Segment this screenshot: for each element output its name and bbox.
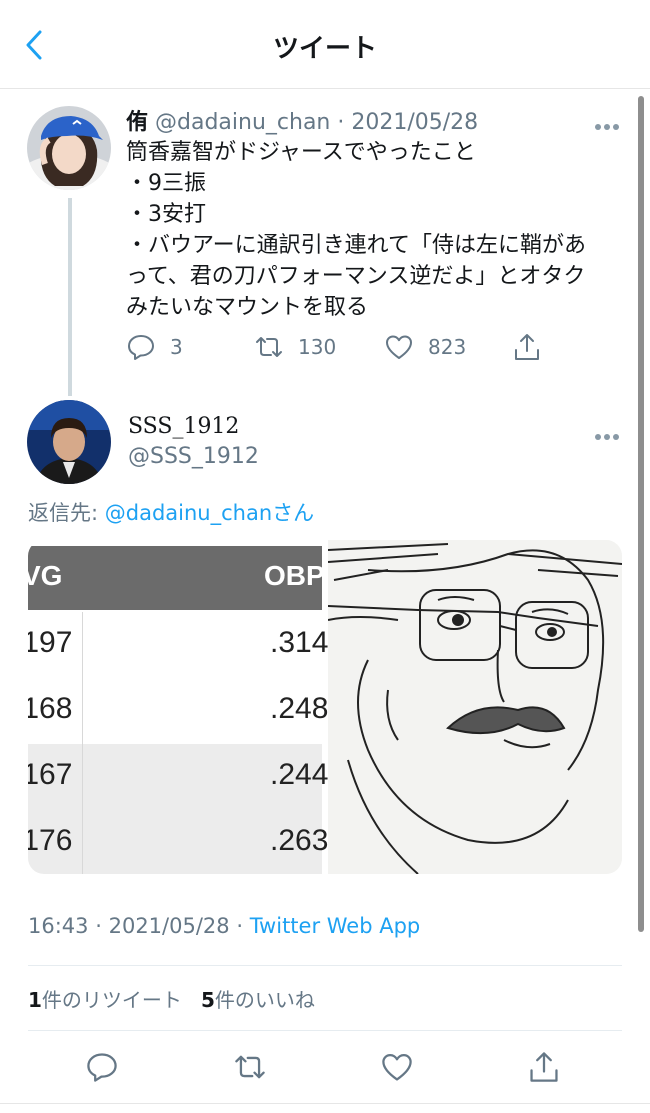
table-row: .197 .314 (28, 612, 328, 678)
more-icon[interactable] (595, 425, 625, 440)
engagement-stats: 1件のリツイート 5件のいいね (28, 984, 315, 1013)
manga-illustration[interactable] (327, 540, 622, 874)
tweet-time: 16:43 (28, 914, 89, 938)
avatar[interactable] (27, 400, 111, 484)
table-header-cell: OBP (264, 560, 325, 591)
reply-count: 3 (170, 335, 183, 359)
stats-table-image[interactable]: VG OBP .197 .314 .168 .248 .167 .244 .17… (28, 540, 328, 874)
tweet1-text: 筒香嘉智がドジャースでやったこと ・9三振 ・3安打 ・バウアーに通訳引き連れて… (126, 137, 616, 323)
table-cell: .176 (28, 824, 73, 857)
retweets-label: 件のリツイート (41, 988, 182, 1012)
heart-icon[interactable] (380, 1050, 414, 1084)
tweet1-line: ・バウアーに通訳引き連れて「侍は左に鞘があ (126, 233, 587, 258)
media-grid: VG OBP .197 .314 .168 .248 .167 .244 .17… (28, 540, 622, 874)
thread-line (68, 198, 72, 396)
tweet1-date[interactable]: 2021/05/28 (351, 110, 478, 135)
table-cell: .244 (270, 758, 329, 791)
like-count: 823 (428, 335, 467, 359)
tweet1-name[interactable]: 侑 (126, 110, 148, 135)
likes-number: 5 (201, 988, 215, 1012)
avatar[interactable] (27, 106, 111, 190)
scrollbar[interactable] (638, 96, 644, 932)
dot-separator: · (236, 914, 244, 938)
divider (0, 1103, 650, 1104)
like-button[interactable]: 823 (384, 332, 466, 362)
tweet1-line: みたいなマウントを取る (126, 295, 369, 320)
retweets-stat[interactable]: 1件のリツイート (28, 988, 182, 1012)
table-row: .167 .244 (28, 744, 328, 810)
likes-stat[interactable]: 5件のいいね (201, 988, 315, 1012)
dot-separator: · (95, 914, 102, 938)
tweet1-line: ・3安打 (126, 202, 206, 227)
tweet1-line: ・9三振 (126, 171, 206, 196)
table-row: .168 .248 (28, 678, 328, 744)
tweet1-line: 筒香嘉智がドジャースでやったこと (126, 140, 476, 165)
reply-to-link[interactable]: @dadainu_chanさん (105, 501, 314, 525)
heart-icon (386, 335, 412, 359)
page-title: ツイート (272, 34, 377, 64)
tweet2-handle[interactable]: @SSS_1912 (128, 444, 259, 469)
tweet1-actions: 3 130 823 (126, 332, 546, 366)
retweet-icon[interactable] (233, 1050, 267, 1084)
table-cell: .263 (270, 824, 329, 857)
table-header: VG OBP (28, 546, 325, 610)
reply-to-label: 返信先: (28, 501, 105, 525)
table-cell: .167 (28, 758, 73, 791)
table-cell: .168 (28, 692, 73, 725)
reply-button[interactable]: 3 (126, 332, 183, 362)
table-row: .176 .263 (28, 810, 328, 874)
divider (28, 965, 622, 966)
table-cell: .197 (28, 626, 73, 659)
reply-icon[interactable] (85, 1050, 119, 1084)
tweet-meta: 16:43 · 2021/05/28 · Twitter Web App (28, 914, 420, 938)
tweet1-handle[interactable]: @dadainu_chan (155, 110, 330, 135)
divider (28, 1030, 622, 1031)
retweet-count: 130 (298, 335, 337, 359)
share-button[interactable] (512, 332, 542, 362)
likes-label: 件のいいね (214, 988, 315, 1012)
retweet-icon (256, 337, 282, 357)
header: ツイート (0, 0, 650, 89)
table-cell: .248 (270, 692, 329, 725)
reply-to: 返信先: @dadainu_chanさん (28, 497, 314, 527)
share-icon (515, 334, 539, 360)
tweet-date: 2021/05/28 (108, 914, 230, 938)
tweet2-name[interactable]: SSS_1912 (128, 414, 239, 439)
retweets-number: 1 (28, 988, 42, 1012)
tweet1-line: って、君の刀パフォーマンス逆だよ」とオタク (126, 264, 586, 289)
more-icon[interactable] (595, 115, 625, 130)
retweet-button[interactable]: 130 (254, 332, 336, 362)
table-cell: .314 (270, 626, 329, 659)
table-header-cell: VG (28, 560, 63, 591)
dot-separator: · (337, 110, 345, 135)
reply-icon (128, 335, 154, 360)
tweet1-header: 侑 @dadainu_chan · 2021/05/28 (126, 104, 478, 136)
tweet-source-link[interactable]: Twitter Web App (250, 914, 421, 938)
share-icon[interactable] (527, 1050, 561, 1084)
